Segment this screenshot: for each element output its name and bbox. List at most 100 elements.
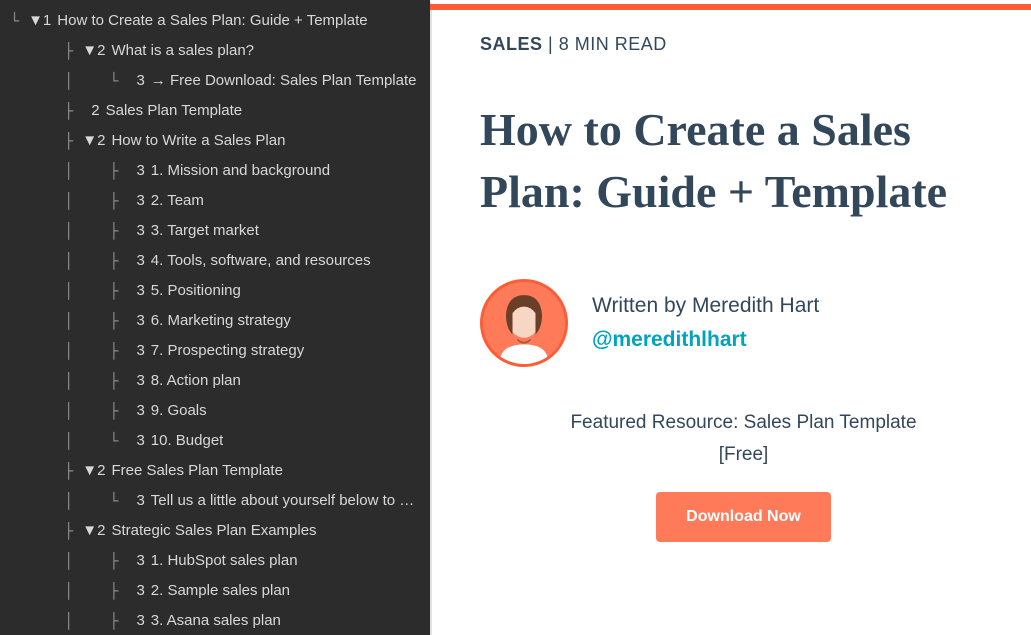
- outline-label: How to Create a Sales Plan: Guide + Temp…: [57, 6, 367, 36]
- outline-label: 5. Positioning: [151, 276, 241, 306]
- outline-label: 3. Target market: [151, 216, 259, 246]
- outline-label: 3. Asana sales plan: [151, 606, 281, 635]
- outline-item[interactable]: │ ├ 3 4. Tools, software, and resources: [10, 246, 420, 276]
- outline-level: 2: [91, 96, 99, 126]
- outline-label: 6. Marketing strategy: [151, 306, 291, 336]
- category-separator: |: [543, 34, 559, 54]
- outline-level: 3: [136, 186, 144, 216]
- outline-item[interactable]: │ ├ 3 7. Prospecting strategy: [10, 336, 420, 366]
- tree-gutter: │ └: [10, 66, 136, 96]
- tree-gutter: │ ├: [10, 246, 136, 276]
- outline-label: 4. Tools, software, and resources: [151, 246, 371, 276]
- author-prefix: Written by: [592, 294, 692, 317]
- outline-level: 3: [136, 156, 144, 186]
- disclosure-triangle-icon[interactable]: ▼: [82, 456, 97, 486]
- outline-label: Tell us a little about yourself below to…: [151, 486, 414, 516]
- tree-gutter: │ └: [10, 486, 136, 516]
- outline-level: 3: [136, 486, 144, 516]
- outline-level: 3: [136, 606, 144, 635]
- outline-item[interactable]: │ ├ 3 5. Positioning: [10, 276, 420, 306]
- outline-label: Sales Plan Template: [106, 96, 242, 126]
- download-button[interactable]: Download Now: [656, 492, 831, 542]
- tree-gutter: ├: [10, 456, 82, 486]
- outline-level: 3: [136, 576, 144, 606]
- tree-gutter: │ ├: [10, 276, 136, 306]
- outline-level: 3: [136, 396, 144, 426]
- category-label[interactable]: SALES: [480, 34, 543, 54]
- outline-item[interactable]: ├ ▼2 Strategic Sales Plan Examples: [10, 516, 420, 546]
- tree-gutter: ├: [10, 126, 82, 156]
- tree-gutter: │ ├: [10, 186, 136, 216]
- outline-label: Free Sales Plan Template: [111, 456, 282, 486]
- outline-item[interactable]: ├ 2 Sales Plan Template: [10, 96, 420, 126]
- outline-label: 1. Mission and background: [151, 156, 330, 186]
- outline-level: 3: [136, 426, 144, 456]
- outline-item[interactable]: │ ├ 3 3. Target market: [10, 216, 420, 246]
- outline-label: 8. Action plan: [151, 366, 241, 396]
- outline-level: 3: [136, 276, 144, 306]
- author-byline: Written by Meredith Hart: [592, 294, 819, 318]
- outline-level: 3: [136, 306, 144, 336]
- outline-label: 2. Sample sales plan: [151, 576, 290, 606]
- outline-label: 1. HubSpot sales plan: [151, 546, 298, 576]
- article-title: How to Create a Sales Plan: Guide + Temp…: [480, 99, 1007, 223]
- tree-gutter: │ ├: [10, 366, 136, 396]
- tree-gutter: ├: [10, 36, 82, 66]
- outline-level: 2: [97, 126, 105, 156]
- outline-level: 3: [136, 336, 144, 366]
- tree-gutter: ├: [10, 96, 91, 126]
- disclosure-triangle-icon[interactable]: ▼: [82, 36, 97, 66]
- tree-gutter: │ ├: [10, 546, 136, 576]
- outline-item[interactable]: │ ├ 3 9. Goals: [10, 396, 420, 426]
- outline-level: 3: [136, 216, 144, 246]
- author-handle-link[interactable]: @meredithlhart: [592, 328, 819, 352]
- outline-item[interactable]: │ ├ 3 2. Team: [10, 186, 420, 216]
- tree-gutter: │ ├: [10, 396, 136, 426]
- outline-item[interactable]: │ ├ 3 1. Mission and background: [10, 156, 420, 186]
- author-name[interactable]: Meredith Hart: [692, 294, 819, 317]
- outline-label: How to Write a Sales Plan: [111, 126, 285, 156]
- outline-item[interactable]: │ ├ 3 1. HubSpot sales plan: [10, 546, 420, 576]
- outline-level: 3: [136, 246, 144, 276]
- tree-gutter: ├: [10, 516, 82, 546]
- featured-line2: [Free]: [480, 439, 1007, 471]
- outline-level: 3: [136, 546, 144, 576]
- outline-item[interactable]: │ └ 3 → Free Download: Sales Plan Templa…: [10, 66, 420, 96]
- outline-item[interactable]: │ └ 3 10. Budget: [10, 426, 420, 456]
- outline-level: 2: [97, 36, 105, 66]
- tree-gutter: │ ├: [10, 576, 136, 606]
- outline-label: 10. Budget: [151, 426, 224, 456]
- featured-resource: Featured Resource: Sales Plan Template […: [480, 407, 1007, 542]
- outline-item[interactable]: ├ ▼2 What is a sales plan?: [10, 36, 420, 66]
- outline-label: 2. Team: [151, 186, 204, 216]
- outline-level: 2: [97, 516, 105, 546]
- outline-item[interactable]: ├ ▼2 Free Sales Plan Template: [10, 456, 420, 486]
- tree-gutter: │ ├: [10, 336, 136, 366]
- outline-item[interactable]: └ ▼1 How to Create a Sales Plan: Guide +…: [10, 6, 420, 36]
- outline-sidebar: └ ▼1 How to Create a Sales Plan: Guide +…: [0, 0, 430, 635]
- tree-gutter: │ └: [10, 426, 136, 456]
- outline-item[interactable]: │ ├ 3 8. Action plan: [10, 366, 420, 396]
- article-content: SALES | 8 MIN READ How to Create a Sales…: [430, 0, 1031, 635]
- outline-item[interactable]: │ ├ 3 6. Marketing strategy: [10, 306, 420, 336]
- outline-item[interactable]: ├ ▼2 How to Write a Sales Plan: [10, 126, 420, 156]
- outline-label: Strategic Sales Plan Examples: [111, 516, 316, 546]
- tree-gutter: └: [10, 6, 28, 36]
- outline-item[interactable]: │ └ 3 Tell us a little about yourself be…: [10, 486, 420, 516]
- tree-gutter: │ ├: [10, 606, 136, 635]
- author-avatar[interactable]: [480, 279, 568, 367]
- disclosure-triangle-icon[interactable]: ▼: [82, 126, 97, 156]
- outline-item[interactable]: │ ├ 3 3. Asana sales plan: [10, 606, 420, 635]
- outline-label: What is a sales plan?: [111, 36, 254, 66]
- read-time: 8 MIN READ: [559, 34, 667, 54]
- tree-gutter: │ ├: [10, 306, 136, 336]
- outline-label: 9. Goals: [151, 396, 207, 426]
- outline-item[interactable]: │ ├ 3 2. Sample sales plan: [10, 576, 420, 606]
- avatar-illustration-icon: [483, 282, 565, 364]
- disclosure-triangle-icon[interactable]: ▼: [82, 516, 97, 546]
- outline-level: 3: [136, 66, 144, 96]
- disclosure-triangle-icon[interactable]: ▼: [28, 6, 43, 36]
- outline-level: 1: [43, 6, 51, 36]
- featured-line1: Featured Resource: Sales Plan Template: [480, 407, 1007, 439]
- outline-label: → Free Download: Sales Plan Template: [151, 66, 417, 96]
